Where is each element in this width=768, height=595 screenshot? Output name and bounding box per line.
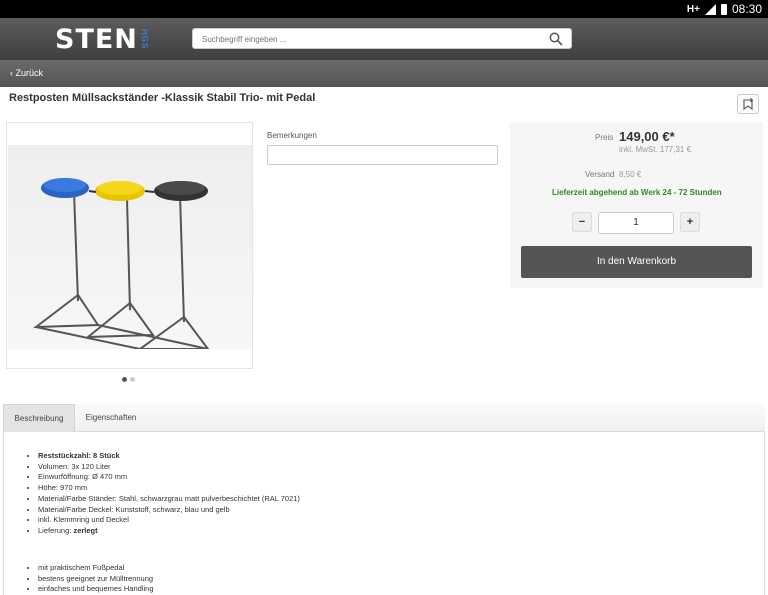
- list-item: einfaches und bequemes Handling: [38, 584, 154, 595]
- quantity-increase-button[interactable]: +: [680, 212, 700, 232]
- description-panel: Reststückzahl: 8 Stück Volumen: 3x 120 L…: [3, 432, 765, 595]
- list-item: Reststückzahl: 8 Stück: [38, 451, 300, 462]
- description-list: Reststückzahl: 8 Stück Volumen: 3x 120 L…: [38, 451, 300, 537]
- search-box: [192, 28, 572, 49]
- delivery-time: Lieferzeit abgehend ab Werk 24 - 72 Stun…: [552, 188, 722, 197]
- list-item: Einwurföffnung: Ø 470 mm: [38, 472, 300, 483]
- tab-description[interactable]: Beschreibung: [3, 404, 75, 432]
- list-item: mit praktischem Fußpedal: [38, 563, 154, 574]
- quantity-input[interactable]: 1: [598, 212, 674, 234]
- logo-sub: HGS: [139, 28, 149, 50]
- tab-properties[interactable]: Eigenschaften: [75, 404, 147, 432]
- bookmark-icon: [743, 98, 753, 111]
- pagination-dot[interactable]: [130, 377, 135, 382]
- price: 149,00 €*: [619, 129, 675, 144]
- shipping-value: 8,50 €: [619, 170, 642, 179]
- product-title: Restposten Müllsackständer -Klassik Stab…: [9, 92, 316, 104]
- product-image[interactable]: [8, 145, 252, 350]
- list-item: inkl. Klemmring und Deckel: [38, 515, 300, 526]
- battery-icon: [720, 3, 727, 15]
- feature-list: mit praktischem Fußpedal bestens geeigne…: [38, 563, 154, 595]
- bookmark-button[interactable]: [737, 94, 759, 114]
- list-item: Lieferung: zerlegt: [38, 526, 300, 537]
- back-bar: ‹ Zurück: [0, 60, 768, 87]
- back-link[interactable]: Zurück: [16, 68, 44, 78]
- price-label: Preis: [595, 133, 614, 142]
- list-item: Material/Farbe Deckel: Kunststoff, schwa…: [38, 505, 300, 516]
- list-item: Material/Farbe Ständer: Stahl, schwarzgr…: [38, 494, 300, 505]
- image-pagination: [122, 377, 135, 382]
- list-item: Höhe: 970 mm: [38, 483, 300, 494]
- signal-icon: [704, 3, 716, 15]
- search-icon[interactable]: [549, 32, 563, 46]
- shipping-label: Versand: [585, 170, 615, 179]
- tab-bar: Beschreibung Eigenschaften: [3, 404, 765, 432]
- network-label: H+: [686, 3, 700, 15]
- list-item: Volumen: 3x 120 Liter: [38, 462, 300, 473]
- remarks-label: Bemerkungen: [267, 131, 317, 140]
- clock: 08:30: [731, 2, 762, 16]
- add-to-cart-button[interactable]: In den Warenkorb: [521, 246, 752, 278]
- remarks-input[interactable]: [267, 145, 498, 165]
- pagination-dot[interactable]: [122, 377, 127, 382]
- product-illustration: [32, 178, 210, 350]
- quantity-decrease-button[interactable]: −: [572, 212, 592, 232]
- logo[interactable]: STEN HGS: [55, 23, 149, 55]
- search-input[interactable]: [193, 30, 533, 49]
- site-header: STEN HGS: [0, 18, 768, 60]
- price-net: inkl. MwSt. 177,31 €: [619, 145, 692, 154]
- logo-text: STEN: [55, 23, 138, 55]
- status-bar: H+ 08:30: [0, 0, 768, 18]
- product-image-box[interactable]: [6, 122, 253, 369]
- list-item: bestens geeignet zur Mülltrennung: [38, 574, 154, 585]
